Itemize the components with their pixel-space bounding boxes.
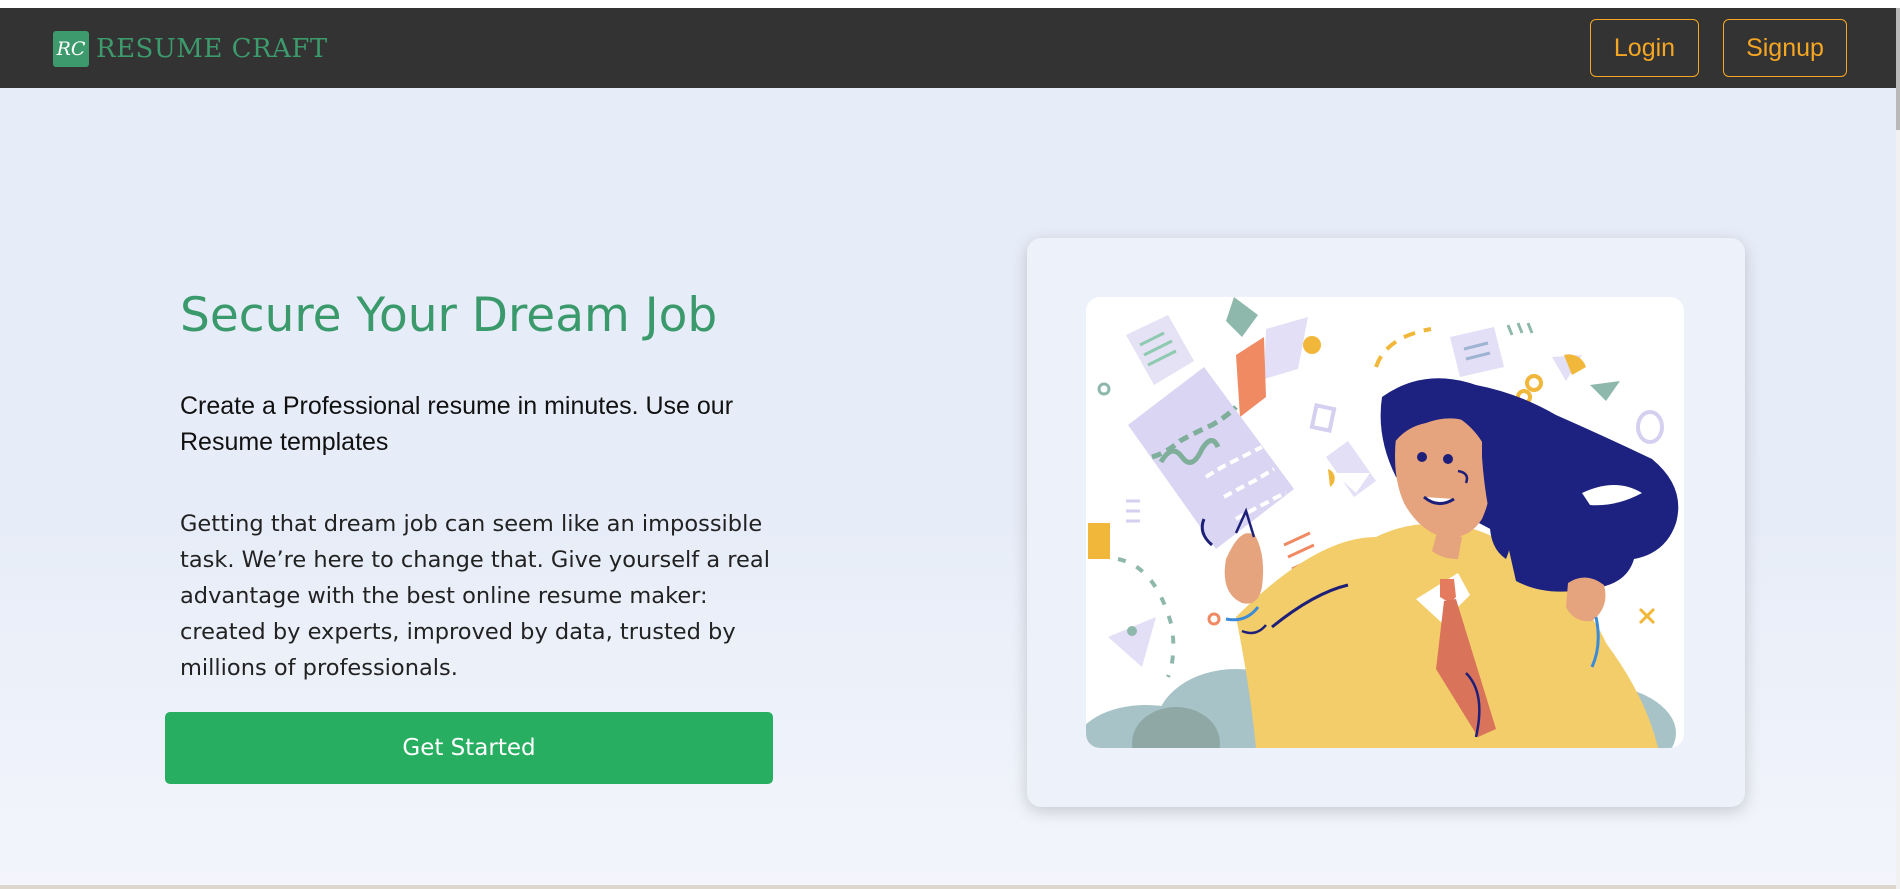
page-bottom-divider (0, 885, 1896, 889)
illustration-card (1027, 238, 1745, 807)
scrollbar-track[interactable] (1896, 8, 1900, 889)
hero-illustration (1086, 297, 1684, 748)
hero-description: Getting that dream job can seem like an … (180, 511, 770, 681)
get-started-button[interactable]: Get Started (165, 712, 773, 784)
login-button[interactable]: Login (1590, 19, 1699, 77)
brand-name: RESUME CRAFT (96, 34, 328, 64)
woman-with-resume-illustration (1086, 297, 1679, 748)
hero-section: Secure Your Dream Job Create a Professio… (0, 88, 1896, 885)
window-top-strip (0, 0, 1900, 8)
signup-button[interactable]: Signup (1723, 19, 1847, 77)
navbar: RC RESUME CRAFT Login Signup (0, 8, 1896, 88)
logo-initials: RC (56, 38, 86, 60)
hero-headline: Secure Your Dream Job (180, 288, 718, 343)
hero-subheadline: Create a Professional resume in minutes.… (180, 392, 734, 456)
logo-badge-icon: RC (53, 31, 89, 67)
scrollbar-thumb[interactable] (1896, 8, 1900, 130)
brand-logo[interactable]: RC RESUME CRAFT (53, 31, 328, 67)
